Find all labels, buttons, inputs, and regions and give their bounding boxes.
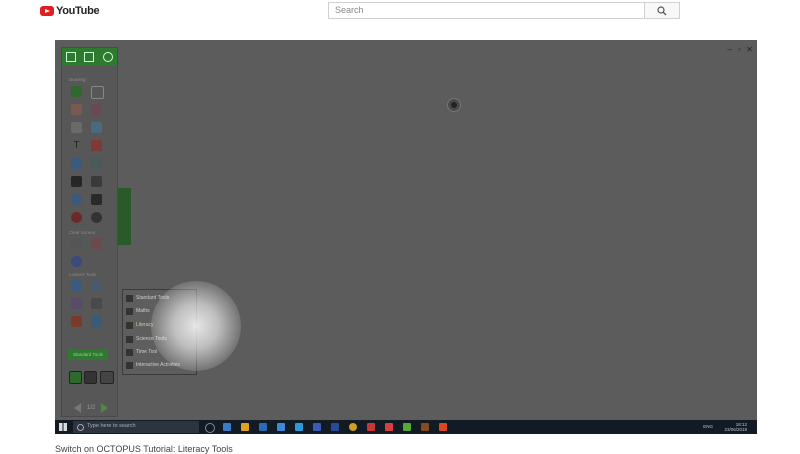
toolbar-label-clear-screen: Clear Screen [69, 230, 96, 235]
eraser-tool-icon[interactable] [91, 122, 102, 133]
zoom-tool-icon[interactable] [71, 194, 82, 205]
menu-item-label: Literacy [136, 322, 154, 328]
highlighter-tool-icon[interactable] [91, 104, 102, 115]
document-tool-icon[interactable] [91, 298, 102, 309]
taskbar-app-icon[interactable] [295, 423, 303, 431]
menu-item-standard-tools[interactable]: Standard Tools [126, 292, 194, 304]
menu-item-maths[interactable]: Maths [126, 305, 194, 317]
toolbar-label-lockers: Lockers Tools [69, 272, 97, 277]
menu-item-interactive-activities[interactable]: Interactive Activities [126, 359, 194, 371]
system-tray[interactable]: ENG 18:12 23/06/2018 [703, 422, 747, 432]
line-tool-icon[interactable] [71, 122, 82, 133]
windows-start-icon[interactable] [59, 423, 67, 431]
menu-item-label: Standard Tools [136, 295, 170, 301]
menu-item-label: Science Tools [136, 336, 167, 342]
text-tool-icon[interactable]: T [71, 140, 82, 151]
search-input[interactable]: Search [328, 2, 645, 19]
cortana-icon [77, 424, 84, 431]
marquee-tool-icon[interactable] [91, 86, 104, 99]
fill-tool-icon[interactable] [91, 140, 102, 151]
search-button[interactable] [645, 2, 680, 19]
youtube-logo[interactable]: YouTube [40, 5, 100, 17]
menu-item-time-tool[interactable]: Time Tool [126, 346, 194, 358]
page-mode-icon[interactable] [84, 371, 97, 384]
toolbar-top-bar [62, 48, 117, 66]
clear-all-icon[interactable] [91, 238, 102, 249]
video-title[interactable]: Switch on OCTOPUS Tutorial: Literacy Too… [55, 444, 233, 454]
redo-icon[interactable] [91, 212, 102, 223]
youtube-header: YouTube Search [0, 0, 800, 24]
grid-icon [126, 294, 133, 302]
screen-shade-icon[interactable] [91, 194, 102, 205]
taskbar-search-placeholder: Type here to search [87, 423, 136, 429]
next-page-icon[interactable] [101, 403, 109, 413]
page-counter: 1/2 [87, 405, 96, 411]
file-explorer-icon[interactable] [241, 423, 249, 431]
taskbar-app-icon[interactable] [223, 423, 231, 431]
shape-tool-icon[interactable] [71, 176, 82, 187]
page-navigation: 1/2 [74, 403, 109, 413]
cursor-target-icon [447, 98, 461, 112]
calculator-icon [126, 307, 133, 315]
edit-icon[interactable] [84, 52, 95, 62]
undo-icon[interactable] [71, 212, 82, 223]
chrome-icon[interactable] [349, 423, 357, 431]
record-tool-icon[interactable] [71, 298, 82, 309]
window-controls: – ▫ ✕ [726, 46, 753, 54]
language-indicator: ENG [703, 424, 713, 429]
image-tool-icon[interactable] [91, 158, 102, 169]
windows-taskbar: Type here to search ENG 18:12 23/06/2018 [55, 420, 757, 434]
taskbar-app-icon[interactable] [313, 423, 321, 431]
clock-date: 23/06/2018 [724, 427, 747, 432]
taskbar-app-icon[interactable] [259, 423, 267, 431]
new-page-icon[interactable] [66, 52, 77, 62]
ruler-tool-icon[interactable] [91, 176, 102, 187]
menu-item-label: Maths [136, 308, 150, 314]
hand-tool-icon[interactable] [71, 256, 82, 267]
menu-item-literacy[interactable]: Literacy [126, 319, 194, 331]
toolbar-label-drawing: Drawing [69, 77, 86, 82]
clear-screen-icon[interactable] [71, 238, 82, 249]
camera-tool-icon[interactable] [71, 280, 82, 291]
youtube-play-icon [40, 6, 54, 16]
taskbar-app-icon[interactable] [403, 423, 411, 431]
octopus-toolbar: Drawing T Clear Screen Lockers Tools 1/2 [61, 47, 118, 417]
brush-tool-icon[interactable] [71, 158, 82, 169]
task-view-icon[interactable] [205, 423, 215, 433]
calendar-tool-icon[interactable] [91, 316, 102, 327]
pen-tool-icon[interactable] [71, 104, 82, 115]
taskbar-app-icon[interactable] [367, 423, 375, 431]
literacy-mode-icon[interactable] [69, 371, 82, 384]
minimize-icon[interactable]: – [726, 46, 733, 54]
taskbar-app-icon[interactable] [421, 423, 429, 431]
image-mode-icon[interactable] [100, 371, 114, 384]
settings-icon[interactable] [102, 52, 113, 62]
taskbar-app-icon[interactable] [331, 423, 339, 431]
standard-tools-button[interactable]: Standard Tools [68, 349, 108, 360]
taskbar-search-field[interactable]: Type here to search [73, 421, 199, 433]
flask-icon [126, 335, 133, 343]
menu-item-label: Time Tool [136, 349, 158, 355]
book-icon [126, 321, 133, 329]
tools-menu: Standard Tools Maths Literacy Science To… [122, 289, 197, 375]
select-tool-icon[interactable] [71, 86, 82, 97]
menu-item-label: Interactive Activities [136, 362, 180, 368]
screenshot-tool-icon[interactable] [91, 280, 102, 291]
close-icon[interactable]: ✕ [746, 46, 753, 54]
search-icon [657, 6, 667, 16]
search-placeholder: Search [335, 5, 364, 15]
youtube-logo-text: YouTube [56, 5, 100, 17]
taskbar-app-icon[interactable] [439, 423, 447, 431]
video-player[interactable]: – ▫ ✕ Drawing T Clear Screen Lockers Too… [55, 40, 757, 434]
gift-tool-icon[interactable] [71, 316, 82, 327]
menu-item-science-tools[interactable]: Science Tools [126, 333, 194, 345]
puzzle-icon [126, 361, 133, 369]
taskbar-app-icon[interactable] [277, 423, 285, 431]
clock-icon [126, 348, 133, 356]
taskbar-app-icon[interactable] [385, 423, 393, 431]
restore-icon[interactable]: ▫ [736, 46, 743, 54]
previous-page-icon[interactable] [74, 403, 81, 413]
